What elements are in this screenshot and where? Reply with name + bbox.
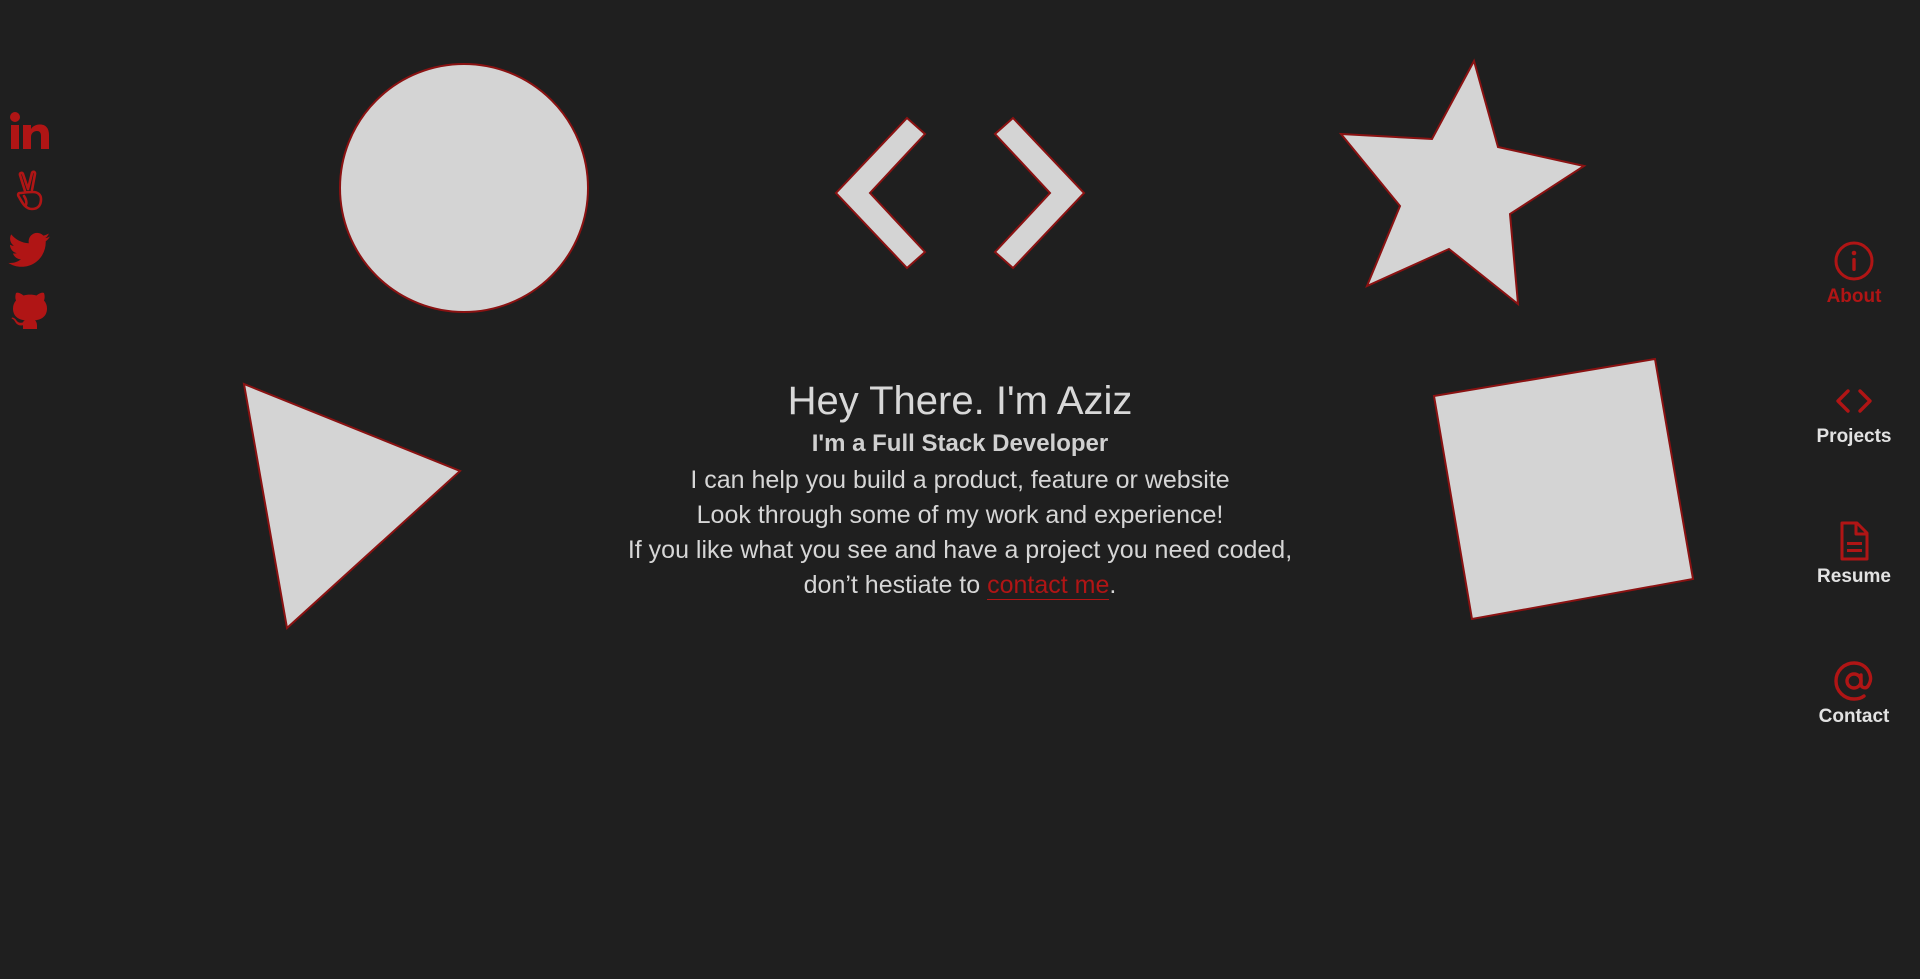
github-link[interactable] bbox=[8, 287, 52, 331]
side-nav: About Projects Resume Contact bbox=[1788, 240, 1920, 800]
hero-line-4: don’t hestiate to contact me. bbox=[460, 568, 1460, 603]
hero-line-4-prefix: don’t hestiate to bbox=[803, 571, 988, 599]
nav-label-contact: Contact bbox=[1818, 706, 1890, 727]
star-shape bbox=[1338, 58, 1587, 307]
twitter-icon bbox=[8, 232, 50, 267]
hero-line-3: If you like what you see and have a proj… bbox=[627, 536, 1293, 564]
linkedin-icon bbox=[10, 112, 49, 149]
hero-line-2: Look through some of my work and experie… bbox=[696, 501, 1224, 529]
hero-subtitle: I'm a Full Stack Developer bbox=[811, 430, 1109, 457]
nav-item-projects[interactable]: Projects bbox=[1788, 380, 1920, 520]
code-brackets-shape bbox=[834, 116, 1086, 270]
nav-label-projects: Projects bbox=[1816, 426, 1892, 447]
page: Hey There. I'm Aziz I'm a Full Stack Dev… bbox=[0, 0, 1920, 979]
angellist-icon bbox=[16, 170, 43, 211]
code-icon bbox=[1836, 389, 1872, 413]
at-icon bbox=[1834, 661, 1873, 701]
social-links bbox=[8, 110, 52, 346]
triangle-shape bbox=[242, 382, 462, 630]
linkedin-link[interactable] bbox=[8, 110, 52, 154]
info-icon bbox=[1834, 241, 1874, 281]
circle-shape bbox=[339, 63, 589, 313]
square-shape bbox=[1432, 357, 1695, 621]
twitter-link[interactable] bbox=[8, 228, 52, 272]
nav-label-resume: Resume bbox=[1817, 566, 1891, 587]
angellist-link[interactable] bbox=[8, 169, 52, 213]
hero-section: Hey There. I'm Aziz I'm a Full Stack Dev… bbox=[460, 375, 1460, 603]
hero-line-4-suffix: . bbox=[1109, 571, 1117, 599]
hero-line-1: I can help you build a product, feature … bbox=[690, 466, 1230, 494]
nav-item-resume[interactable]: Resume bbox=[1788, 520, 1920, 660]
nav-item-about[interactable]: About bbox=[1788, 240, 1920, 380]
document-icon bbox=[1840, 521, 1869, 561]
nav-label-about: About bbox=[1826, 286, 1882, 307]
nav-item-contact[interactable]: Contact bbox=[1788, 660, 1920, 800]
github-icon bbox=[11, 292, 47, 329]
contact-me-link[interactable]: contact me bbox=[987, 571, 1110, 600]
hero-title: Hey There. I'm Aziz bbox=[787, 379, 1133, 423]
